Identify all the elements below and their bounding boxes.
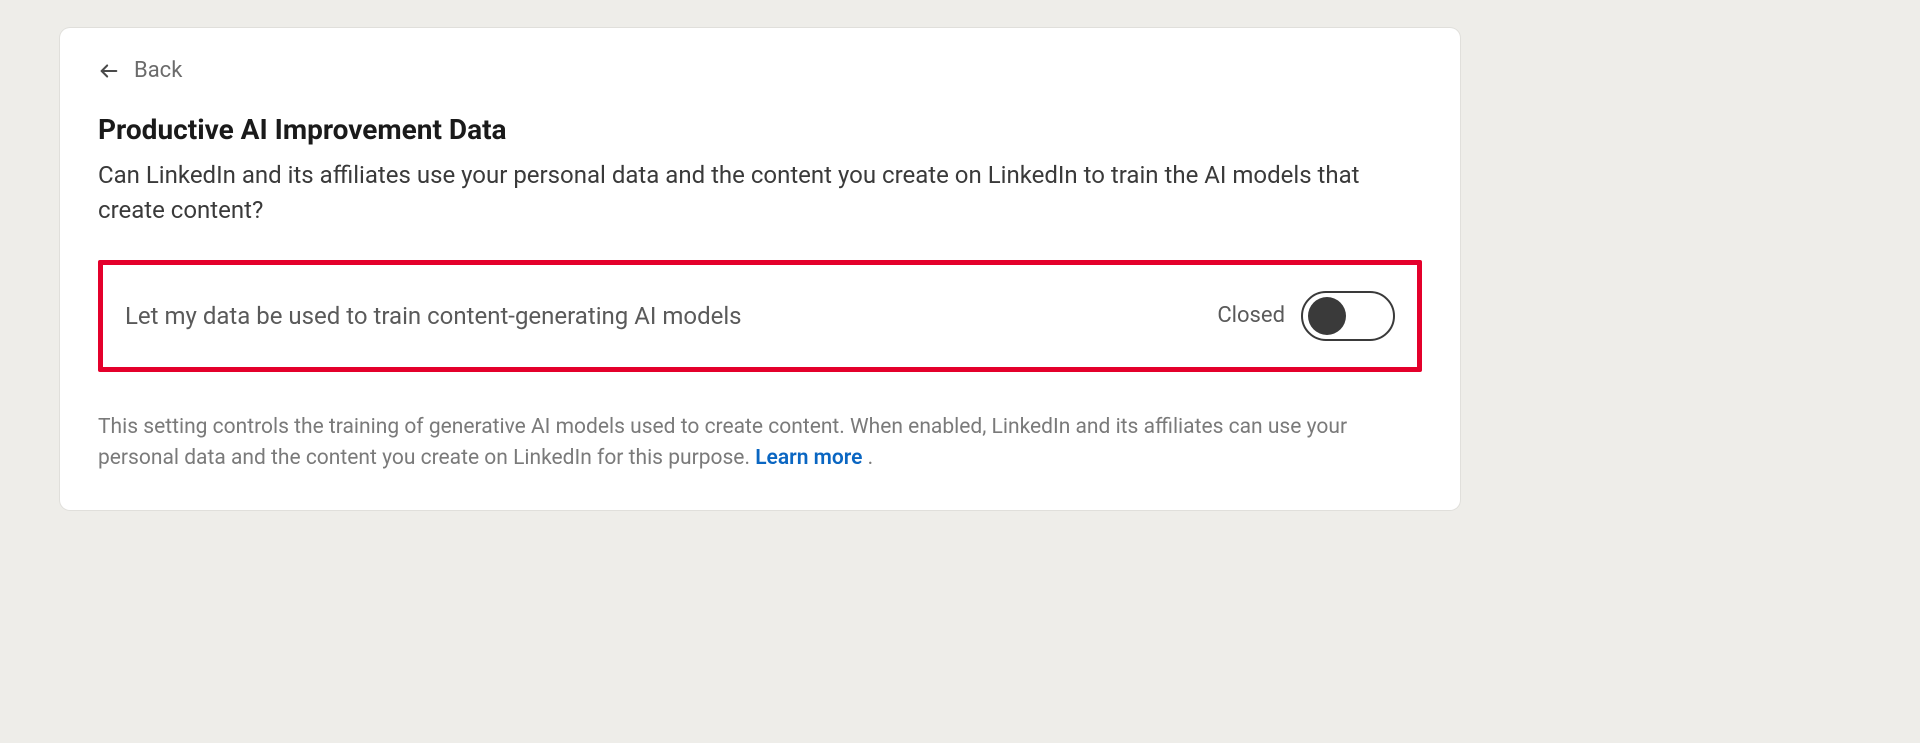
page-description: Can LinkedIn and its affiliates use your… bbox=[98, 158, 1378, 228]
footer-text-before: This setting controls the training of ge… bbox=[98, 415, 1347, 471]
toggle-group: Closed bbox=[1217, 291, 1395, 341]
toggle-switch[interactable] bbox=[1301, 291, 1395, 341]
toggle-status-text: Closed bbox=[1217, 303, 1285, 328]
footer-text: This setting controls the training of ge… bbox=[98, 412, 1378, 475]
settings-card: Back Productive AI Improvement Data Can … bbox=[60, 28, 1460, 510]
toggle-knob bbox=[1308, 297, 1346, 335]
page-title: Productive AI Improvement Data bbox=[98, 113, 1422, 146]
back-label: Back bbox=[134, 58, 182, 83]
arrow-left-icon bbox=[98, 60, 120, 82]
back-button[interactable]: Back bbox=[98, 58, 182, 83]
highlighted-setting-row: Let my data be used to train content-gen… bbox=[98, 260, 1422, 372]
learn-more-link[interactable]: Learn more bbox=[755, 446, 862, 470]
setting-label: Let my data be used to train content-gen… bbox=[125, 302, 742, 330]
footer-text-after: . bbox=[862, 446, 873, 470]
